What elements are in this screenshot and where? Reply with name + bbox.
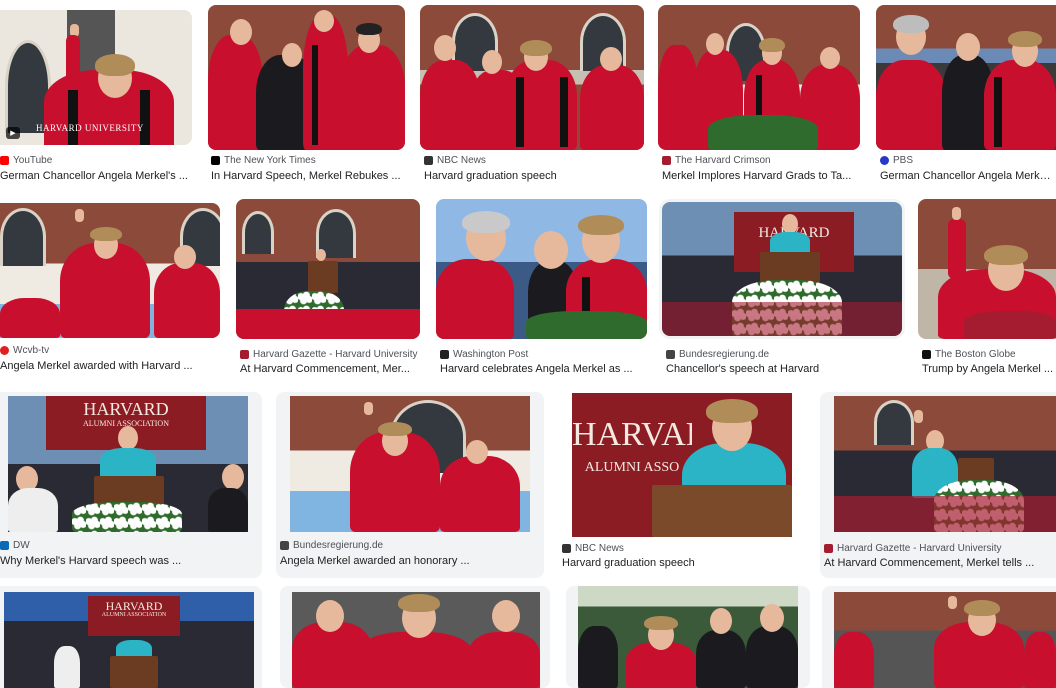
- boston-globe-favicon-icon: [922, 349, 931, 359]
- result-title[interactable]: Trump by Angela Merkel ...: [922, 363, 1056, 375]
- source-label: The Harvard Crimson: [675, 154, 771, 166]
- result-title[interactable]: German Chancellor Angela Merkel ...: [880, 170, 1056, 182]
- result-title[interactable]: Harvard graduation speech: [424, 170, 644, 182]
- result-thumbnail[interactable]: [834, 592, 1056, 688]
- source-label: The New York Times: [224, 154, 316, 166]
- nyt-favicon-icon: [211, 155, 220, 165]
- image-result-9[interactable]: HARVARD Bundesregierung.de Chancellor's …: [658, 196, 910, 382]
- banner-text: HARVAR: [572, 417, 692, 453]
- result-thumbnail[interactable]: [658, 5, 860, 150]
- washington-post-favicon-icon: [440, 349, 449, 359]
- result-source: Wcvb-tv: [0, 343, 49, 357]
- result-title[interactable]: Why Merkel's Harvard speech was ...: [0, 555, 240, 567]
- image-result-5[interactable]: PBS German Chancellor Angela Merkel ...: [876, 0, 1056, 190]
- result-title[interactable]: Chancellor's speech at Harvard: [666, 363, 902, 375]
- image-result-10[interactable]: The Boston Globe Trump by Angela Merkel …: [918, 196, 1056, 381]
- result-title[interactable]: German Chancellor Angela Merkel's ...: [0, 170, 192, 182]
- image-result-11[interactable]: HARVARD ALUMNI ASSOCIATION DW Why Merkel…: [0, 392, 262, 578]
- result-title[interactable]: Angela Merkel awarded with Harvard ...: [0, 360, 215, 372]
- result-thumbnail[interactable]: HARVARD ALUMNI ASSOCIATION: [4, 592, 254, 688]
- result-title[interactable]: In Harvard Speech, Merkel Rebukes ...: [211, 170, 406, 182]
- source-label: Wcvb-tv: [13, 344, 50, 356]
- source-label: NBC News: [575, 542, 624, 554]
- image-result-4[interactable]: The Harvard Crimson Merkel Implores Harv…: [658, 0, 864, 190]
- result-source: NBC News: [562, 541, 624, 555]
- result-title[interactable]: Angela Merkel awarded an honorary ...: [280, 555, 540, 567]
- image-result-3[interactable]: NBC News Harvard graduation speech: [420, 0, 650, 190]
- result-title[interactable]: Harvard celebrates Angela Merkel as ...: [440, 363, 648, 375]
- result-thumbnail[interactable]: [918, 199, 1056, 339]
- result-thumbnail[interactable]: [208, 5, 405, 150]
- result-source: Bundesregierung.de: [280, 538, 383, 552]
- image-result-18[interactable]: [822, 586, 1056, 688]
- result-source: The Boston Globe: [922, 347, 1016, 361]
- source-label: Bundesregierung.de: [293, 539, 384, 551]
- bundesregierung-favicon-icon: [280, 540, 289, 550]
- image-result-8[interactable]: Washington Post Harvard celebrates Angel…: [436, 196, 650, 381]
- banner-subtext: ALUMNI ASSOCIATION: [101, 612, 167, 618]
- result-title[interactable]: Harvard graduation speech: [562, 557, 806, 569]
- result-source: NBC News: [424, 153, 486, 167]
- nbc-favicon-icon: [562, 543, 571, 553]
- image-result-17[interactable]: [566, 586, 810, 688]
- result-title[interactable]: At Harvard Commencement, Mer...: [240, 363, 422, 375]
- image-result-1[interactable]: HARVARD UNIVERSITY ▶ YouTube German Chan…: [0, 0, 196, 190]
- result-thumbnail[interactable]: [578, 586, 798, 688]
- result-thumbnail[interactable]: HARVAR ALUMNI ASSO: [572, 393, 792, 537]
- pbs-favicon-icon: [880, 155, 889, 165]
- source-label: Harvard Gazette - Harvard University: [253, 348, 418, 360]
- source-label: YouTube: [13, 154, 53, 166]
- result-thumbnail[interactable]: HARVARD: [662, 202, 902, 336]
- source-label: Washington Post: [453, 348, 529, 360]
- result-thumbnail[interactable]: [290, 396, 530, 532]
- result-thumbnail[interactable]: [236, 199, 420, 339]
- result-source: YouTube: [0, 153, 52, 167]
- dw-favicon-icon: [0, 540, 9, 550]
- harvard-gazette-favicon-icon: [240, 349, 249, 359]
- result-thumbnail[interactable]: [292, 592, 540, 688]
- image-result-13[interactable]: HARVAR ALUMNI ASSO NBC News Harvard grad…: [558, 392, 810, 578]
- play-icon: ▶: [6, 127, 20, 139]
- image-result-6[interactable]: Wcvb-tv Angela Merkel awarded with Harva…: [0, 196, 225, 381]
- result-thumbnail[interactable]: [436, 199, 647, 339]
- result-title[interactable]: At Harvard Commencement, Merkel tells ..…: [824, 557, 1052, 569]
- crimson-favicon-icon: [662, 155, 671, 165]
- image-result-14[interactable]: Harvard Gazette - Harvard University At …: [820, 392, 1056, 578]
- source-label: Harvard Gazette - Harvard University: [837, 542, 1002, 554]
- source-label: PBS: [893, 154, 914, 166]
- youtube-favicon-icon: [0, 155, 9, 165]
- result-source: The New York Times: [211, 153, 316, 167]
- source-label: Bundesregierung.de: [679, 348, 770, 360]
- result-thumbnail[interactable]: HARVARD ALUMNI ASSOCIATION: [8, 396, 248, 532]
- source-label: DW: [13, 539, 30, 551]
- result-source: PBS: [880, 153, 913, 167]
- result-thumbnail[interactable]: [0, 203, 220, 338]
- image-result-12[interactable]: Bundesregierung.de Angela Merkel awarded…: [276, 392, 544, 578]
- result-thumbnail[interactable]: [834, 396, 1056, 532]
- banner-subtext: ALUMNI ASSO: [584, 461, 680, 475]
- result-source: DW: [0, 538, 30, 552]
- bundesregierung-favicon-icon: [666, 349, 675, 359]
- result-title[interactable]: Merkel Implores Harvard Grads to Ta...: [662, 170, 860, 182]
- watermark-text: HARVARD UNIVERSITY: [36, 123, 144, 133]
- image-result-2[interactable]: The New York Times In Harvard Speech, Me…: [208, 0, 408, 190]
- nbc-favicon-icon: [424, 155, 433, 165]
- result-source: Washington Post: [440, 347, 528, 361]
- image-result-7[interactable]: Harvard Gazette - Harvard University At …: [236, 196, 426, 381]
- source-label: The Boston Globe: [935, 348, 1016, 360]
- result-source: Harvard Gazette - Harvard University: [824, 541, 1002, 555]
- result-thumbnail[interactable]: [420, 5, 644, 150]
- result-source: The Harvard Crimson: [662, 153, 771, 167]
- result-thumbnail[interactable]: HARVARD UNIVERSITY ▶: [0, 10, 192, 145]
- source-label: NBC News: [437, 154, 486, 166]
- result-source: Bundesregierung.de: [666, 347, 769, 361]
- image-result-16[interactable]: [280, 586, 550, 688]
- harvard-gazette-favicon-icon: [824, 543, 833, 553]
- result-source: Harvard Gazette - Harvard University: [240, 347, 418, 361]
- wcvb-favicon-icon: [0, 345, 9, 355]
- image-result-15[interactable]: HARVARD ALUMNI ASSOCIATION: [0, 586, 262, 688]
- result-thumbnail[interactable]: [876, 5, 1056, 150]
